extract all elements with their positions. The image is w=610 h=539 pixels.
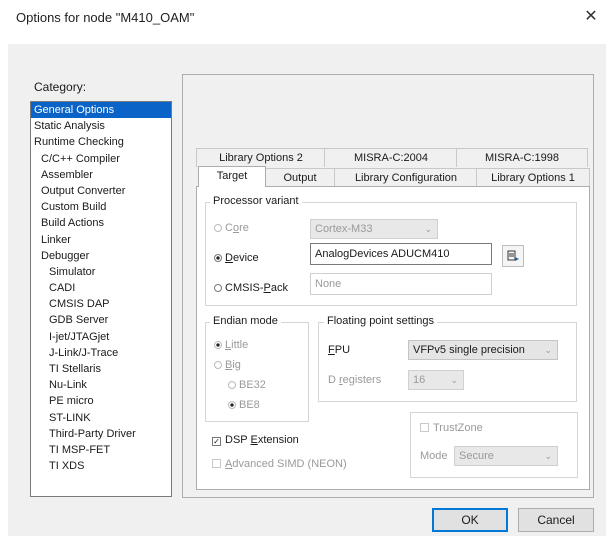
trustzone-label: TrustZone [433,422,483,434]
endian-mode-label: Endian mode [210,315,281,327]
category-item[interactable]: Static Analysis [31,118,171,134]
category-item[interactable]: Assembler [31,167,171,183]
category-item[interactable]: TI Stellaris [31,361,171,377]
cmsis-pack-field[interactable]: None [310,273,492,295]
device-field[interactable]: AnalogDevices ADUCM410 [310,243,492,265]
big-label-b: ig [232,359,241,371]
radio-icon [214,341,222,349]
dsp-label-b: E [250,434,258,446]
d-registers-value: 16 [413,374,426,386]
category-item[interactable]: Runtime Checking [31,134,171,150]
be8-radio[interactable]: BE8 [228,399,260,411]
category-item[interactable]: CADI [31,280,171,296]
close-icon[interactable]: ✕ [580,6,602,28]
be32-radio[interactable]: BE32 [228,379,266,391]
floating-point-group [318,322,577,402]
chevron-down-icon: ⌄ [544,451,552,461]
category-item[interactable]: J-Link/J-Trace [31,345,171,361]
ok-button[interactable]: OK [432,508,508,532]
fpu-label: FPU [328,344,350,356]
d-registers-select[interactable]: 16 ⌄ [408,370,464,390]
radio-icon [214,254,222,262]
core-select[interactable]: Cortex-M33 ⌄ [310,219,438,239]
cmsis-radio-label-c: ack [270,282,288,294]
category-item[interactable]: ST-LINK [31,410,171,426]
chevron-down-icon: ⌄ [424,224,432,234]
cmsis-pack-radio[interactable]: CMSIS-Pack [214,282,288,294]
radio-icon [228,401,236,409]
fpu-label-b: PU [334,344,351,356]
category-item[interactable]: General Options [31,102,171,119]
check-icon: ✓ [212,437,221,446]
chevron-down-icon: ⌄ [544,345,552,355]
tab-misra-c-1998[interactable]: MISRA-C:1998 [456,148,588,167]
category-item[interactable]: C/C++ Compiler [31,151,171,167]
radio-icon [228,381,236,389]
tab-target[interactable]: Target [198,166,266,187]
category-item[interactable]: GDB Server [31,312,171,328]
tab-library-options-2[interactable]: Library Options 2 [196,148,326,167]
radio-icon [214,224,222,232]
trustzone-checkbox[interactable]: TrustZone [420,422,483,434]
device-list-icon [507,250,519,261]
device-radio[interactable]: Device [214,252,259,264]
category-list[interactable]: General Options Static Analysis Runtime Ch… [30,101,172,497]
trustzone-mode-select[interactable]: Secure ⌄ [454,446,558,466]
cmsis-radio-label-a: CMSIS- [225,282,264,294]
category-item[interactable]: TI MSP-FET [31,442,171,458]
core-select-value: Cortex-M33 [315,223,373,235]
category-item[interactable]: Build Actions [31,215,171,231]
category-item[interactable]: Third-Party Driver [31,426,171,442]
category-item[interactable]: Debugger [31,248,171,264]
tab-library-configuration[interactable]: Library Configuration [334,168,478,187]
tab-misra-c-2004[interactable]: MISRA-C:2004 [324,148,458,167]
core-radio-label-a: C [225,222,233,234]
tab-library-options-1[interactable]: Library Options 1 [476,168,590,187]
fpu-label-a: F [328,344,335,356]
be32-label: BE32 [239,379,266,391]
category-item[interactable]: Simulator [31,264,171,280]
dreg-label-c: egisters [342,374,382,386]
radio-icon [214,284,222,292]
fpu-select-value: VFPv5 single precision [413,344,525,356]
radio-icon [214,361,222,369]
core-radio-label-c: re [239,222,249,234]
cmsis-radio-label-b: P [263,282,271,294]
little-label-b: ittle [231,339,249,351]
category-item[interactable]: Custom Build [31,199,171,215]
category-label: Category: [34,80,87,94]
big-endian-radio[interactable]: Big [214,359,241,371]
select-device-button[interactable] [502,245,524,267]
device-radio-label-c: evice [232,252,259,264]
dsp-label-c: xtension [257,434,299,446]
tab-output[interactable]: Output [264,168,336,187]
dreg-label-a: D [328,374,339,386]
dsp-label-a: DSP [225,434,251,446]
category-item[interactable]: CMSIS DAP [31,296,171,312]
category-item[interactable]: TI XDS [31,458,171,474]
cancel-button[interactable]: Cancel [518,508,594,532]
processor-variant-label: Processor variant [210,195,302,207]
advanced-simd-checkbox[interactable]: Advanced SIMD (NEON) [212,458,347,470]
checkbox-icon [420,423,429,432]
category-item[interactable]: Output Converter [31,183,171,199]
category-item[interactable]: Linker [31,232,171,248]
be8-label: BE8 [239,399,260,411]
core-radio[interactable]: Core [214,222,249,234]
chevron-down-icon: ⌄ [450,375,458,385]
category-item[interactable]: Nu-Link [31,377,171,393]
floating-point-label: Floating point settings [324,315,438,327]
simd-label-b: dvanced SIMD (NEON) [232,458,347,470]
device-radio-label-b: D [225,252,233,264]
category-item[interactable]: PE micro [31,393,171,409]
fpu-select[interactable]: VFPv5 single precision ⌄ [408,340,558,360]
dsp-extension-checkbox[interactable]: ✓ DSP Extension [212,434,299,446]
little-endian-radio[interactable]: Little [214,339,248,351]
checkbox-icon [212,459,221,468]
mode-label: Mode [420,450,448,462]
d-registers-label: D registers [328,374,381,386]
mode-select-value: Secure [459,450,494,462]
category-item[interactable]: I-jet/JTAGjet [31,329,171,345]
window-title: Options for node "M410_OAM" [16,10,195,25]
